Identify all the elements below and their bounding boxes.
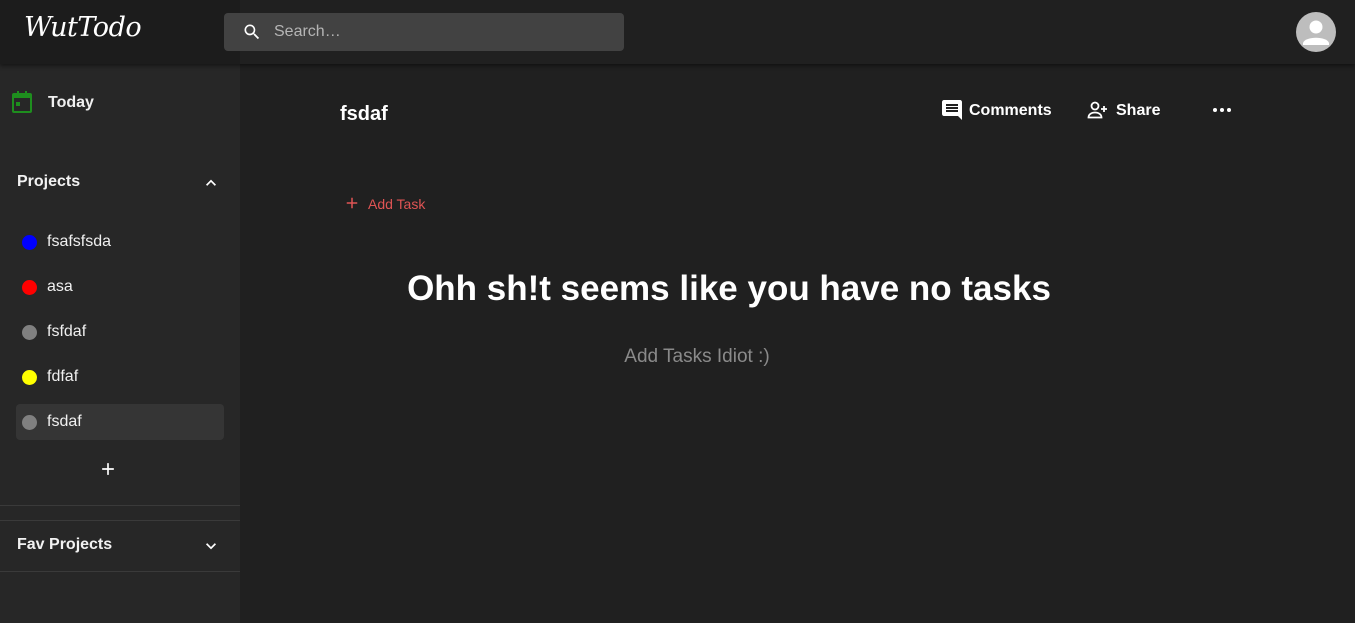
project-name: asa [47, 278, 73, 295]
sidebar-item-today[interactable]: Today [0, 84, 240, 122]
comments-button[interactable]: Comments [940, 98, 1052, 122]
fav-projects-header[interactable]: Fav Projects [0, 522, 240, 570]
project-color-dot [22, 325, 37, 340]
sidebar-item-project[interactable]: fsafsfsda [16, 224, 224, 260]
project-color-dot [22, 280, 37, 295]
empty-state-heading: Ohh sh!t seems like you have no tasks [407, 269, 1051, 308]
logo-area: WutTodo [0, 0, 240, 64]
account-icon [1303, 20, 1329, 45]
fav-projects-title: Fav Projects [17, 536, 113, 553]
projects-title: Projects [17, 173, 81, 190]
sidebar: Today Projects fsafsfsda asa fsfdaf fdfa… [0, 64, 240, 623]
top-bar: WutTodo [0, 0, 1355, 64]
comment-icon [942, 100, 962, 120]
projects-header[interactable]: Projects [0, 159, 240, 207]
share-button[interactable]: Share [1086, 98, 1166, 122]
share-label: Share [1116, 102, 1161, 119]
today-label: Today [48, 94, 94, 111]
calendar-icon [12, 91, 32, 113]
project-name: fsdaf [47, 413, 82, 430]
project-name: fsfdaf [47, 323, 87, 340]
sidebar-divider [0, 571, 240, 572]
project-color-dot [22, 370, 37, 385]
page-title: fsdaf [340, 103, 388, 125]
project-name: fsafsfsda [47, 233, 112, 250]
plus-icon [346, 197, 358, 209]
sidebar-item-project[interactable]: fsfdaf [16, 314, 224, 350]
project-list: fsafsfsda asa fsfdaf fdfaf fsdaf [16, 224, 224, 449]
project-name: fdfaf [47, 368, 79, 385]
main-content: fsdaf Comments Share Add Task Ohh sh!t s… [240, 64, 1355, 623]
project-color-dot [22, 235, 37, 250]
sidebar-item-project-active[interactable]: fsdaf [16, 404, 224, 440]
add-task-button[interactable]: Add Task [343, 192, 443, 216]
add-task-label: Add Task [368, 196, 426, 212]
sidebar-item-project[interactable]: asa [16, 269, 224, 305]
user-avatar[interactable] [1296, 12, 1336, 52]
sidebar-divider [0, 520, 240, 521]
search-icon [244, 24, 260, 40]
more-options-button[interactable] [1210, 98, 1234, 122]
chevron-down-icon[interactable] [201, 536, 221, 556]
empty-state-subtext: Add Tasks Idiot :) [624, 346, 770, 367]
chevron-up-icon[interactable] [201, 173, 221, 193]
comments-label: Comments [969, 102, 1052, 119]
sidebar-divider [0, 505, 240, 506]
search-input[interactable] [272, 13, 612, 51]
search-bar[interactable] [224, 13, 624, 51]
person-add-icon [1087, 101, 1107, 119]
more-horizontal-icon [1213, 108, 1231, 112]
app-logo[interactable]: WutTodo [24, 12, 142, 43]
add-project-icon[interactable] [98, 459, 118, 479]
project-color-dot [22, 415, 37, 430]
sidebar-item-project[interactable]: fdfaf [16, 359, 224, 395]
